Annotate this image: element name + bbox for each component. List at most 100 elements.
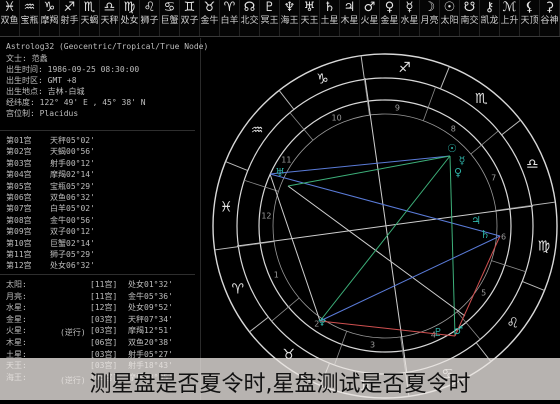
zodiac-sign-icon: ♍ <box>538 238 551 254</box>
house-cusp-value: 双子00°12' <box>50 227 95 237</box>
house-number-label: 9 <box>395 104 400 113</box>
natal-chart-wheel: ♈♉♊♋♌♍♎♏♐♑♒♓123456789101112☉☿♀♃♄♂♆♅♇ <box>200 36 560 400</box>
symbol-cell-24[interactable]: ⚷ 凯龙 <box>480 0 500 36</box>
symbol-cell-11[interactable]: ♈ 白羊 <box>220 0 240 36</box>
panel-header: Astrolog32 (Geocentric/Tropical/True Nod… <box>6 42 209 51</box>
house-number: 第01宫 <box>6 136 32 145</box>
retrograde-label: (逆行) <box>60 328 86 337</box>
caption-text: 测星盘是否夏令时,星盘测试是否夏令时 <box>89 372 471 397</box>
symbol-cell-18[interactable]: ♂ 火星 <box>360 0 380 36</box>
zodiac-glyph-icon: ♅ <box>303 0 316 15</box>
planet-glyph-icon: ♄ <box>480 228 490 241</box>
planet-position: 双鱼20°38' <box>128 338 173 347</box>
aspect-line <box>269 173 321 322</box>
symbol-label: 上升 <box>500 16 519 26</box>
house-number: 第03宫 <box>6 158 32 168</box>
symbol-cell-7[interactable]: ♌ 狮子 <box>140 0 160 36</box>
house-cusp-value: 白羊05°02' <box>50 204 95 214</box>
symbol-label: 处女 <box>120 16 139 26</box>
zodiac-glyph-icon: ♂ <box>363 0 376 15</box>
zodiac-glyph-icon: ♇ <box>263 0 276 15</box>
sign-divider <box>214 246 239 251</box>
aspect-line <box>287 185 466 317</box>
house-number-label: 3 <box>370 340 375 349</box>
symbol-label: 天顶 <box>520 16 539 26</box>
symbol-cell-22[interactable]: ☉ 太阳 <box>440 0 460 36</box>
house-number-label: 8 <box>451 125 456 134</box>
house-number: 第02宫 <box>6 147 32 157</box>
zodiac-sign-icon: ♈ <box>231 282 244 298</box>
birth-info-line: 出生地点: 吉林-白城 <box>6 87 85 96</box>
house-cusp-value: 射手00°12' <box>50 158 95 168</box>
symbol-cell-0[interactable]: ♓ 双鱼 <box>0 0 20 36</box>
planet-house: [03宫] <box>90 314 118 324</box>
house-number-label: 7 <box>491 174 496 183</box>
chart-svg: ♈♉♊♋♌♍♎♏♐♑♒♓123456789101112☉☿♀♃♄♂♆♅♇ <box>212 53 558 399</box>
zodiac-glyph-icon: ☉ <box>443 0 456 15</box>
symbol-cell-23[interactable]: ☋ 南交 <box>460 0 480 36</box>
symbol-cell-5[interactable]: ♎ 天秤 <box>100 0 120 36</box>
zodiac-glyph-icon: ♍ <box>123 0 136 15</box>
symbol-label: 火星 <box>360 16 379 26</box>
symbol-cell-10[interactable]: ♉ 金牛 <box>200 0 220 36</box>
birth-info-line: 文士: 范蠡 <box>6 54 48 63</box>
sign-divider <box>225 161 248 172</box>
planet-position: 金牛05°36' <box>128 291 173 301</box>
sign-divider <box>439 66 450 89</box>
planet-glyph-icon: ♇ <box>433 326 443 339</box>
symbol-cell-19[interactable]: ♀ 金星 <box>380 0 400 36</box>
symbol-label: 海王 <box>280 16 299 26</box>
zodiac-sign-icon: ♐ <box>398 60 411 76</box>
planet-house: [03宫] <box>90 326 118 336</box>
house-number-label: 11 <box>281 155 291 164</box>
aspect-line <box>449 155 456 337</box>
symbol-cell-3[interactable]: ♐ 射手 <box>60 0 80 36</box>
house-number: 第08宫 <box>6 215 32 225</box>
zodiac-glyph-icon: ♄ <box>323 0 336 15</box>
symbol-cell-21[interactable]: ☽ 月亮 <box>420 0 440 36</box>
symbol-cell-1[interactable]: ♒ 宝瓶 <box>20 0 40 36</box>
divider <box>0 130 195 131</box>
symbol-cell-15[interactable]: ♅ 天王 <box>300 0 320 36</box>
zodiac-glyph-icon: ♉ <box>203 0 216 15</box>
house-cusp-value: 双鱼06°32' <box>50 193 95 202</box>
symbol-cell-6[interactable]: ♍ 处女 <box>120 0 140 36</box>
symbol-cell-16[interactable]: ♄ 土星 <box>320 0 340 36</box>
symbol-cell-27[interactable]: ⚳ 谷神 <box>540 0 560 36</box>
house-number-label: 5 <box>481 289 486 298</box>
symbol-cell-9[interactable]: ♊ 双子 <box>180 0 200 36</box>
symbol-cell-26[interactable]: ⚸ 天顶 <box>520 0 540 36</box>
house-cusp-value: 宝瓶05°29' <box>50 181 95 191</box>
house-cusp-line <box>244 179 279 192</box>
planet-glyph-icon: ♃ <box>471 214 481 227</box>
zodiac-glyph-icon: ⚳ <box>544 0 555 15</box>
house-cusp-value: 巨蟹02°14' <box>50 238 95 248</box>
sign-divider <box>522 280 545 291</box>
symbol-cell-8[interactable]: ♋ 巨蟹 <box>160 0 180 36</box>
planet-name: 金星: <box>6 314 27 324</box>
symbol-cell-4[interactable]: ♏ 天蝎 <box>80 0 100 36</box>
symbol-cell-12[interactable]: ☊ 北交 <box>240 0 260 36</box>
symbol-label: 北交 <box>240 16 259 26</box>
zodiac-glyph-icon: ♐ <box>63 0 76 15</box>
symbol-cell-13[interactable]: ♇ 冥王 <box>260 0 280 36</box>
symbol-label: 金星 <box>380 16 399 26</box>
symbol-cell-25[interactable]: ℳ 上升 <box>500 0 520 36</box>
house-cusp-line <box>289 112 314 141</box>
house-number-label: 10 <box>332 113 342 122</box>
symbol-cell-14[interactable]: ♆ 海王 <box>280 0 300 36</box>
symbol-cell-17[interactable]: ♃ 木星 <box>340 0 360 36</box>
zodiac-glyph-icon: ⚷ <box>484 0 495 15</box>
planet-name: 木星: <box>6 338 27 347</box>
house-number: 第07宫 <box>6 204 32 214</box>
symbol-label: 月亮 <box>420 16 439 26</box>
house-cusp-line <box>491 260 526 273</box>
sign-divider <box>531 201 556 206</box>
house-cusp-value: 摩羯02°14' <box>50 170 95 180</box>
planet-glyph-icon: ♂ <box>453 324 463 337</box>
zodiac-glyph-icon: ♎ <box>103 0 116 15</box>
house-number: 第10宫 <box>6 238 32 248</box>
symbol-cell-20[interactable]: ☿ 水星 <box>400 0 420 36</box>
symbol-cell-2[interactable]: ♑ 摩羯 <box>40 0 60 36</box>
zodiac-glyph-icon: ♒ <box>23 0 36 15</box>
